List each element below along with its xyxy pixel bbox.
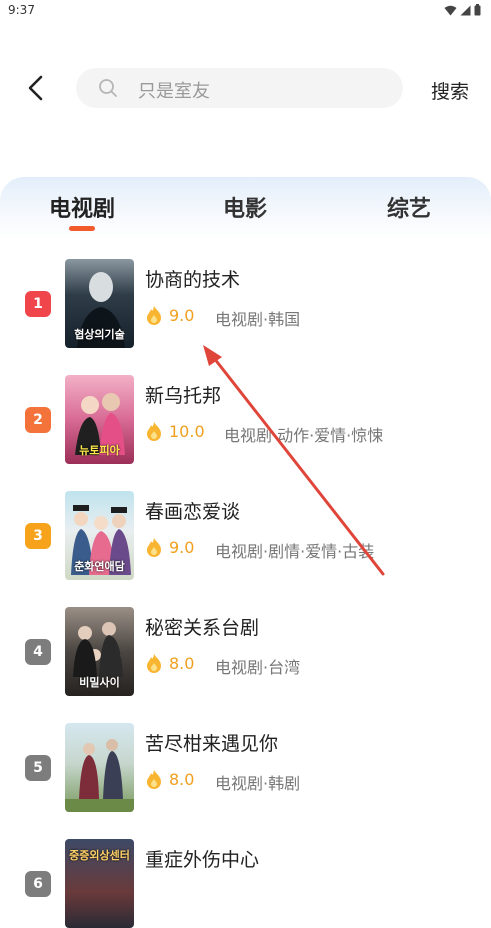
poster-image: 중증외상센터: [65, 839, 134, 928]
search-placeholder: 只是室友: [138, 81, 210, 102]
tab-movies[interactable]: 电影: [223, 191, 267, 223]
poster-caption: 춘화연애담: [74, 560, 125, 573]
item-title: 新乌托邦: [145, 385, 222, 407]
list-item[interactable]: 2 뉴토피아 新乌托邦 10.0 电视剧·动作·爱情·惊悚: [0, 361, 491, 464]
status-time: 9:37: [8, 3, 35, 17]
poster-caption: 뉴토피아: [79, 444, 120, 457]
poster-caption: 비밀사이: [79, 676, 120, 689]
item-score: 9.0: [169, 538, 195, 557]
item-title: 重症外伤中心: [145, 849, 260, 871]
fire-icon: [147, 654, 161, 673]
signal-icon: [460, 5, 471, 15]
poster-image: 춘화연애담: [65, 491, 134, 580]
search-icon: [99, 79, 117, 97]
list-item[interactable]: 6 중증외상센터 重症外伤中心: [0, 825, 491, 928]
rank-badge: 5: [25, 755, 51, 781]
poster-image: 비밀사이: [65, 607, 134, 696]
fire-icon: [147, 422, 161, 441]
poster-image: [65, 723, 134, 812]
battery-icon: [474, 4, 481, 16]
status-icons: [444, 4, 481, 16]
status-bar: 9:37: [0, 0, 491, 22]
active-tab-indicator: [69, 226, 95, 231]
fire-icon: [147, 770, 161, 789]
item-title: 协商的技术: [145, 269, 241, 291]
wifi-icon: [444, 5, 457, 15]
item-tags: 电视剧·台湾: [215, 658, 301, 677]
search-input[interactable]: 只是室友: [76, 68, 403, 108]
rank-badge: 6: [25, 871, 51, 897]
poster-caption: 중증외상센터: [69, 849, 130, 862]
tab-tv-series[interactable]: 电视剧: [49, 191, 115, 223]
poster-image: 협상의기술: [65, 259, 134, 348]
list-item[interactable]: 4 비밀사이 秘密关系台剧 8.0 电视剧·台湾: [0, 593, 491, 696]
item-title: 秘密关系台剧: [145, 617, 260, 639]
back-button[interactable]: [22, 74, 50, 102]
rank-badge: 2: [25, 407, 51, 433]
search-button[interactable]: 搜索: [431, 77, 469, 104]
list-item[interactable]: 3 춘화연애담 春画恋爱谈 9.0 电视剧·剧情·爱情·古装: [0, 477, 491, 580]
rank-badge: 4: [25, 639, 51, 665]
item-tags: 电视剧·剧情·爱情·古装: [215, 542, 375, 561]
item-tags: 电视剧·韩国: [215, 310, 301, 329]
item-tags: 电视剧·韩剧: [215, 774, 301, 793]
item-score: 10.0: [169, 422, 205, 441]
tab-variety[interactable]: 综艺: [387, 191, 431, 223]
fire-icon: [147, 538, 161, 557]
poster-image: 뉴토피아: [65, 375, 134, 464]
item-title: 苦尽柑来遇见你: [145, 733, 279, 755]
list-item[interactable]: 5 苦尽柑来遇见你 8.0 电视剧·韩剧: [0, 709, 491, 812]
item-tags: 电视剧·动作·爱情·惊悚: [224, 426, 384, 445]
item-score: 8.0: [169, 770, 195, 789]
item-title: 春画恋爱谈: [145, 501, 241, 523]
search-header: 只是室友 搜索: [0, 62, 491, 116]
fire-icon: [147, 306, 161, 325]
category-tabs: 电视剧 电影 综艺: [0, 177, 491, 239]
rank-badge: 1: [25, 291, 51, 317]
item-score: 8.0: [169, 654, 195, 673]
item-score: 9.0: [169, 306, 195, 325]
rank-badge: 3: [25, 523, 51, 549]
chevron-left-icon: [28, 75, 43, 101]
poster-caption: 협상의기술: [74, 328, 125, 341]
list-item[interactable]: 1 협상의기술 协商的技术 9.0 电视剧·韩国: [0, 245, 491, 348]
